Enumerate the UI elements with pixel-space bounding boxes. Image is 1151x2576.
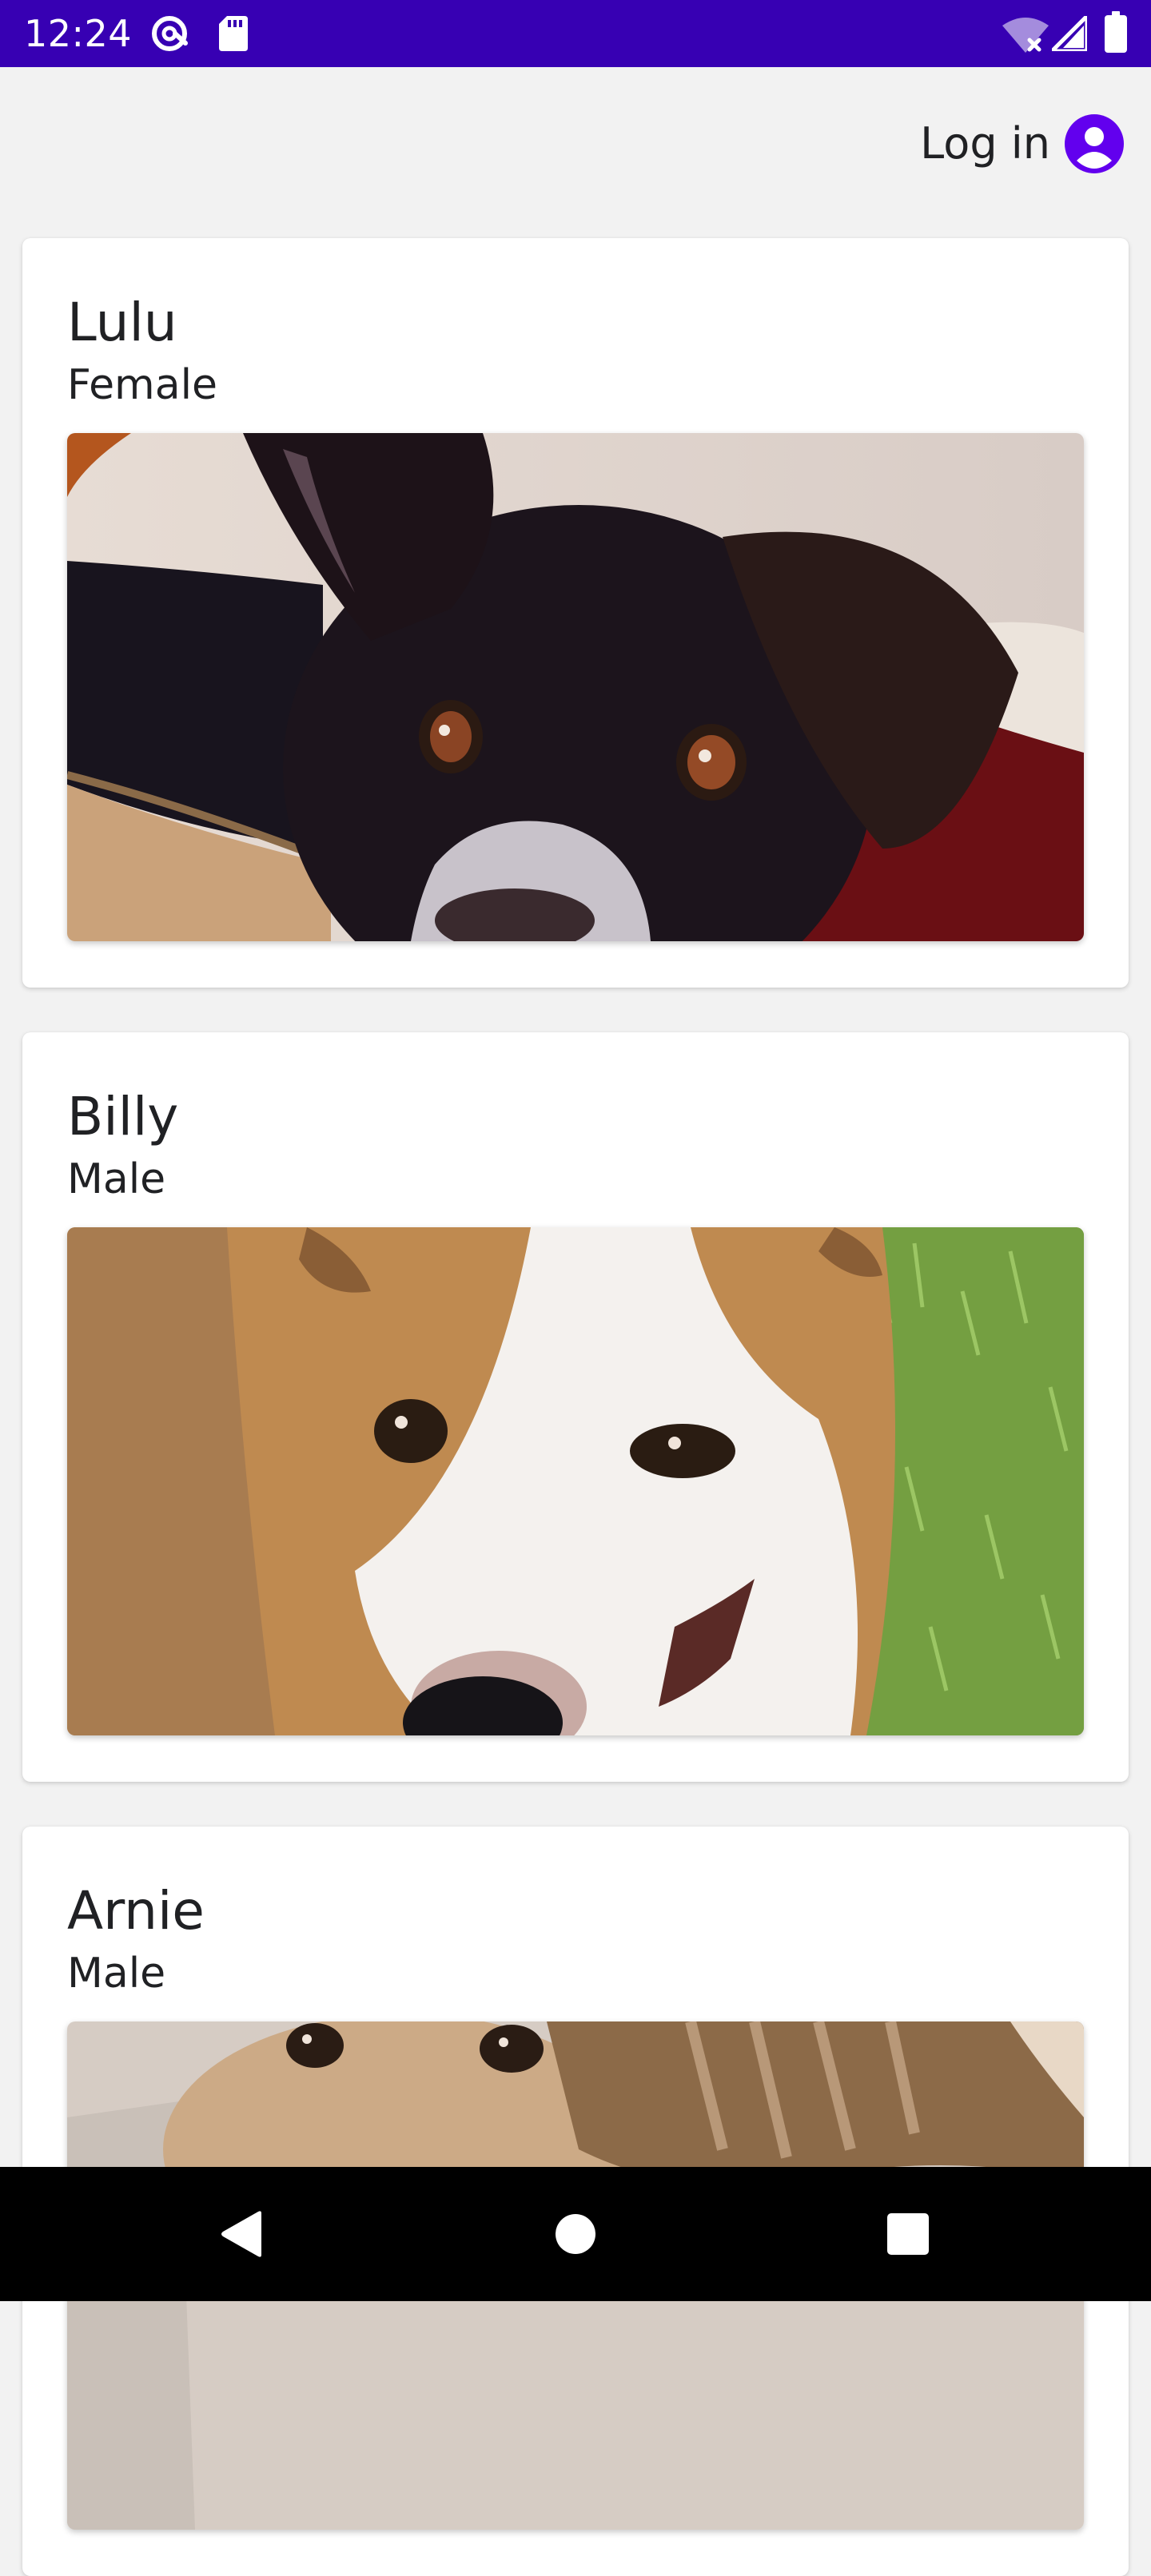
back-icon (220, 2210, 263, 2258)
recents-button[interactable] (844, 2167, 972, 2301)
pet-name: Billy (67, 1086, 179, 1147)
pet-sex: Male (67, 1950, 166, 1998)
login-button[interactable]: Log in (920, 112, 1124, 176)
pet-name: Arnie (67, 1880, 205, 1942)
battery-icon (1105, 11, 1127, 53)
navigation-bar (0, 2167, 1151, 2301)
home-icon (555, 2213, 596, 2255)
back-button[interactable] (177, 2167, 305, 2301)
cell-signal-icon (1052, 16, 1087, 51)
status-bar: 12:24 (0, 0, 1151, 67)
pet-card[interactable]: Billy Male (22, 1032, 1129, 1782)
recents-icon (887, 2213, 929, 2255)
pet-photo[interactable] (67, 433, 1084, 941)
home-button[interactable] (512, 2167, 639, 2301)
sd-card-icon (219, 16, 248, 51)
wifi-off-icon (1002, 16, 1049, 53)
login-label: Log in (920, 118, 1050, 169)
pet-sex: Female (67, 361, 218, 409)
account-circle-icon (1065, 114, 1124, 173)
pet-sex: Male (67, 1155, 166, 1203)
status-time: 12:24 (24, 12, 133, 55)
pet-photo[interactable] (67, 1227, 1084, 1735)
pet-card[interactable]: Lulu Female (22, 238, 1129, 988)
at-sign-icon (150, 14, 192, 53)
pet-name: Lulu (67, 292, 177, 353)
